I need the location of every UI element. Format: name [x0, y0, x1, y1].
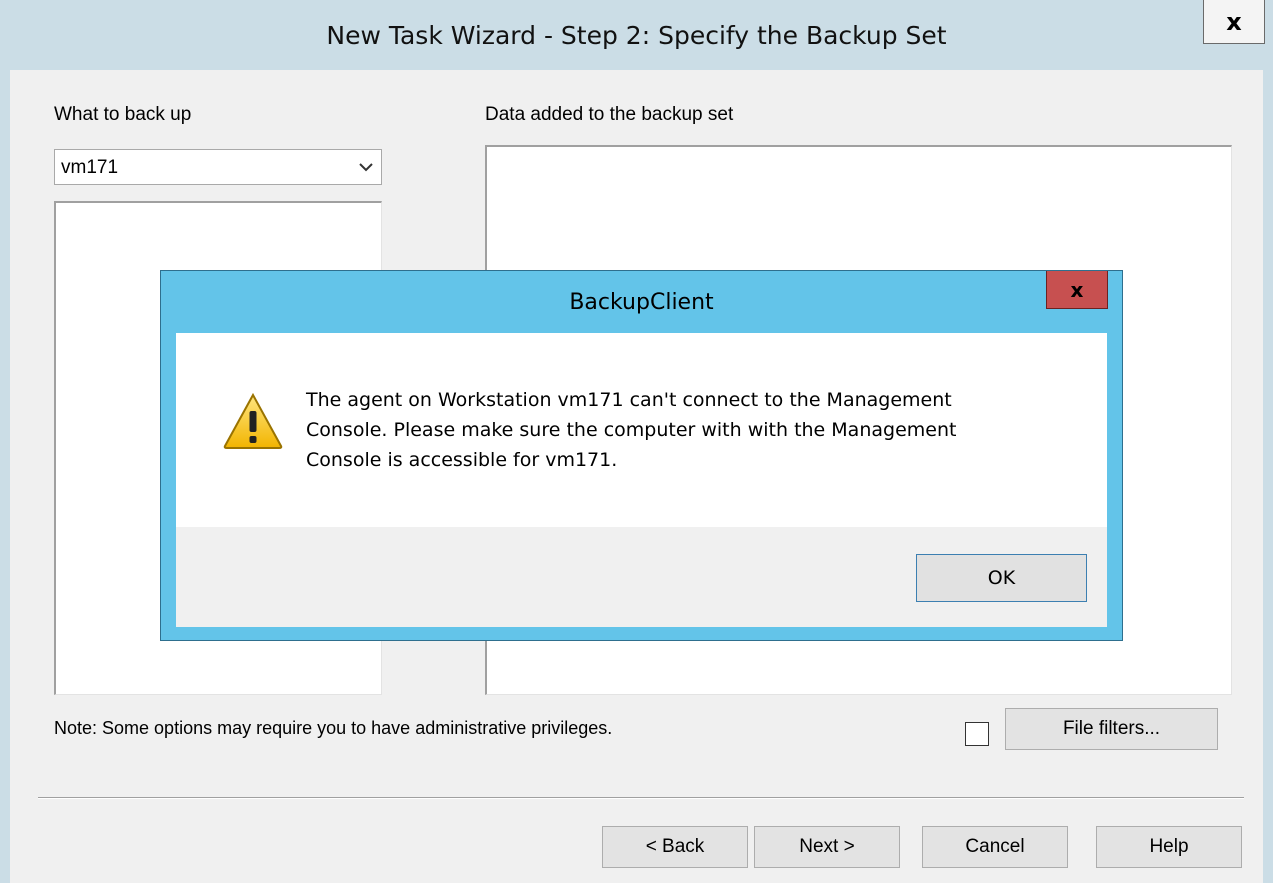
- wizard-close-button[interactable]: x: [1203, 0, 1265, 44]
- wizard-title: New Task Wizard - Step 2: Specify the Ba…: [326, 20, 947, 50]
- dialog-title: BackupClient: [569, 289, 714, 315]
- chevron-down-icon[interactable]: [359, 159, 373, 175]
- source-combobox-value: vm171: [61, 157, 119, 178]
- privileges-note: Note: Some options may require you to ha…: [54, 718, 613, 738]
- footer-separator: [38, 797, 1244, 799]
- dialog-content: The agent on Workstation vm171 can't con…: [176, 333, 1107, 627]
- ok-button[interactable]: OK: [916, 554, 1087, 602]
- help-button[interactable]: Help: [1096, 826, 1242, 868]
- file-filters-button[interactable]: File filters...: [1005, 708, 1218, 750]
- what-to-back-up-label: What to back up: [54, 104, 192, 125]
- next-button[interactable]: Next >: [754, 826, 900, 868]
- data-added-label: Data added to the backup set: [485, 104, 734, 125]
- dialog-button-bar: OK: [176, 527, 1107, 627]
- back-button[interactable]: < Back: [602, 826, 748, 868]
- dialog-close-button[interactable]: x: [1046, 271, 1108, 309]
- message-dialog: BackupClient x The agent on Workstation …: [160, 270, 1123, 641]
- cancel-button[interactable]: Cancel: [922, 826, 1068, 868]
- source-combobox[interactable]: vm171: [54, 149, 382, 185]
- warning-icon: [222, 392, 284, 450]
- dialog-message: The agent on Workstation vm171 can't con…: [306, 389, 957, 471]
- file-filters-checkbox[interactable]: [965, 722, 989, 746]
